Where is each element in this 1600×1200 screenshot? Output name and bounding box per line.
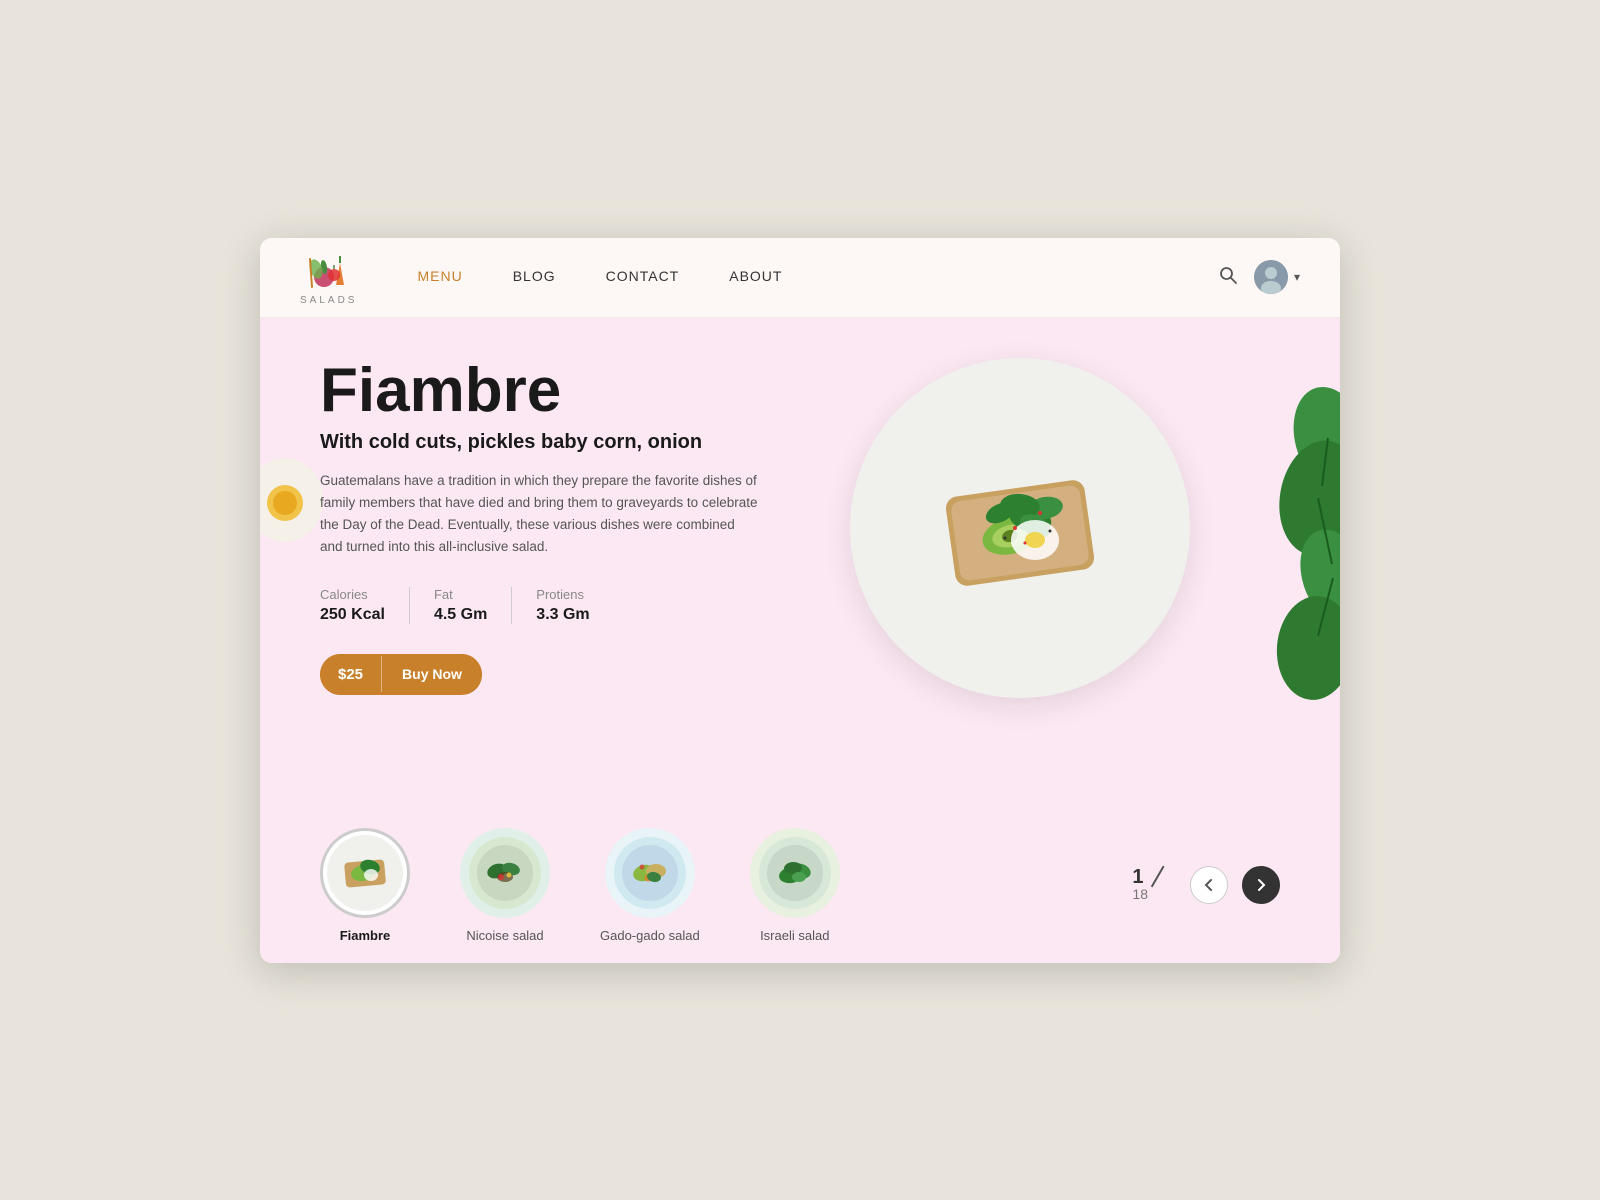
proteins-value: 3.3 Gm bbox=[536, 606, 589, 624]
fat-value: 4.5 Gm bbox=[434, 606, 487, 624]
thumb-circle-gado bbox=[605, 828, 695, 918]
next-arrow-icon bbox=[1254, 878, 1268, 892]
buy-label: Buy Now bbox=[382, 654, 482, 694]
hero-description: Guatemalans have a tradition in which th… bbox=[320, 470, 760, 559]
thumb-circle-nicoise bbox=[460, 828, 550, 918]
hero-section: Fiambre With cold cuts, pickles baby cor… bbox=[260, 318, 1340, 818]
thumb-image-gado bbox=[610, 833, 690, 913]
nav-item-about[interactable]: ABOUT bbox=[729, 268, 782, 286]
navbar: SALADS MENU BLOG CONTACT ABOUT bbox=[260, 238, 1340, 318]
thumb-label-israeli: Israeli salad bbox=[760, 928, 829, 943]
nutrition-fat: Fat 4.5 Gm bbox=[434, 587, 512, 624]
page-slash bbox=[1151, 865, 1165, 887]
search-icon bbox=[1218, 265, 1238, 285]
thumb-label-gado: Gado-gado salad bbox=[600, 928, 700, 943]
page-total: 18 bbox=[1132, 886, 1148, 902]
hero-title: Fiambre bbox=[320, 358, 840, 423]
chevron-down-icon: ▾ bbox=[1294, 270, 1300, 284]
thumb-israeli[interactable]: Israeli salad bbox=[750, 828, 840, 943]
spinach-decoration bbox=[1240, 378, 1340, 718]
prev-arrow-icon bbox=[1202, 878, 1216, 892]
buy-price: $25 bbox=[320, 654, 381, 695]
page-current: 1 bbox=[1132, 866, 1143, 888]
nav-item-blog[interactable]: BLOG bbox=[513, 268, 556, 286]
plate-circle bbox=[850, 358, 1190, 698]
logo-text: SALADS bbox=[300, 295, 357, 306]
thumb-label-fiambre: Fiambre bbox=[340, 928, 391, 943]
nav-item-menu[interactable]: MENU bbox=[417, 268, 462, 286]
page-numbers: 1 18 bbox=[1132, 867, 1176, 903]
calories-label: Calories bbox=[320, 587, 385, 602]
nav-item-contact[interactable]: CONTACT bbox=[606, 268, 680, 286]
search-button[interactable] bbox=[1218, 265, 1238, 290]
thumb-label-nicoise: Nicoise salad bbox=[466, 928, 543, 943]
hero-content: Fiambre With cold cuts, pickles baby cor… bbox=[320, 358, 840, 695]
thumb-circle-israeli bbox=[750, 828, 840, 918]
nav-link-about[interactable]: ABOUT bbox=[729, 268, 782, 284]
user-avatar-button[interactable]: ▾ bbox=[1254, 260, 1300, 294]
thumb-nicoise[interactable]: Nicoise salad bbox=[460, 828, 550, 943]
plate-food bbox=[880, 388, 1160, 668]
nutrition-proteins: Protiens 3.3 Gm bbox=[536, 587, 613, 624]
nav-link-contact[interactable]: CONTACT bbox=[606, 268, 680, 284]
thumb-gado[interactable]: Gado-gado salad bbox=[600, 828, 700, 943]
next-arrow-button[interactable] bbox=[1242, 866, 1280, 904]
calories-value: 250 Kcal bbox=[320, 606, 385, 624]
nav-right: ▾ bbox=[1218, 260, 1300, 294]
thumb-image-nicoise bbox=[465, 833, 545, 913]
avatar bbox=[1254, 260, 1288, 294]
nutrition-calories: Calories 250 Kcal bbox=[320, 587, 410, 624]
nav-links: MENU BLOG CONTACT ABOUT bbox=[417, 268, 1218, 286]
thumb-image-israeli bbox=[755, 833, 835, 913]
proteins-label: Protiens bbox=[536, 587, 589, 602]
prev-arrow-button[interactable] bbox=[1190, 866, 1228, 904]
nutrition-row: Calories 250 Kcal Fat 4.5 Gm Protiens 3.… bbox=[320, 587, 840, 624]
logo-icon bbox=[302, 249, 356, 293]
browser-window: SALADS MENU BLOG CONTACT ABOUT bbox=[260, 238, 1340, 963]
nav-link-menu[interactable]: MENU bbox=[417, 268, 462, 284]
hero-subtitle: With cold cuts, pickles baby corn, onion bbox=[320, 431, 840, 454]
pagination-area: 1 18 bbox=[1132, 866, 1280, 904]
thumb-image-fiambre bbox=[325, 833, 405, 913]
logo-area: SALADS bbox=[300, 249, 357, 306]
fat-label: Fat bbox=[434, 587, 487, 602]
main-plate bbox=[840, 338, 1200, 718]
thumbnails-row: Fiambre Nicoise salad bbox=[260, 818, 1340, 963]
buy-button[interactable]: $25 Buy Now bbox=[320, 654, 482, 695]
thumb-circle-fiambre bbox=[320, 828, 410, 918]
thumb-fiambre[interactable]: Fiambre bbox=[320, 828, 410, 943]
nav-link-blog[interactable]: BLOG bbox=[513, 268, 556, 284]
avatar-image bbox=[1254, 260, 1288, 294]
